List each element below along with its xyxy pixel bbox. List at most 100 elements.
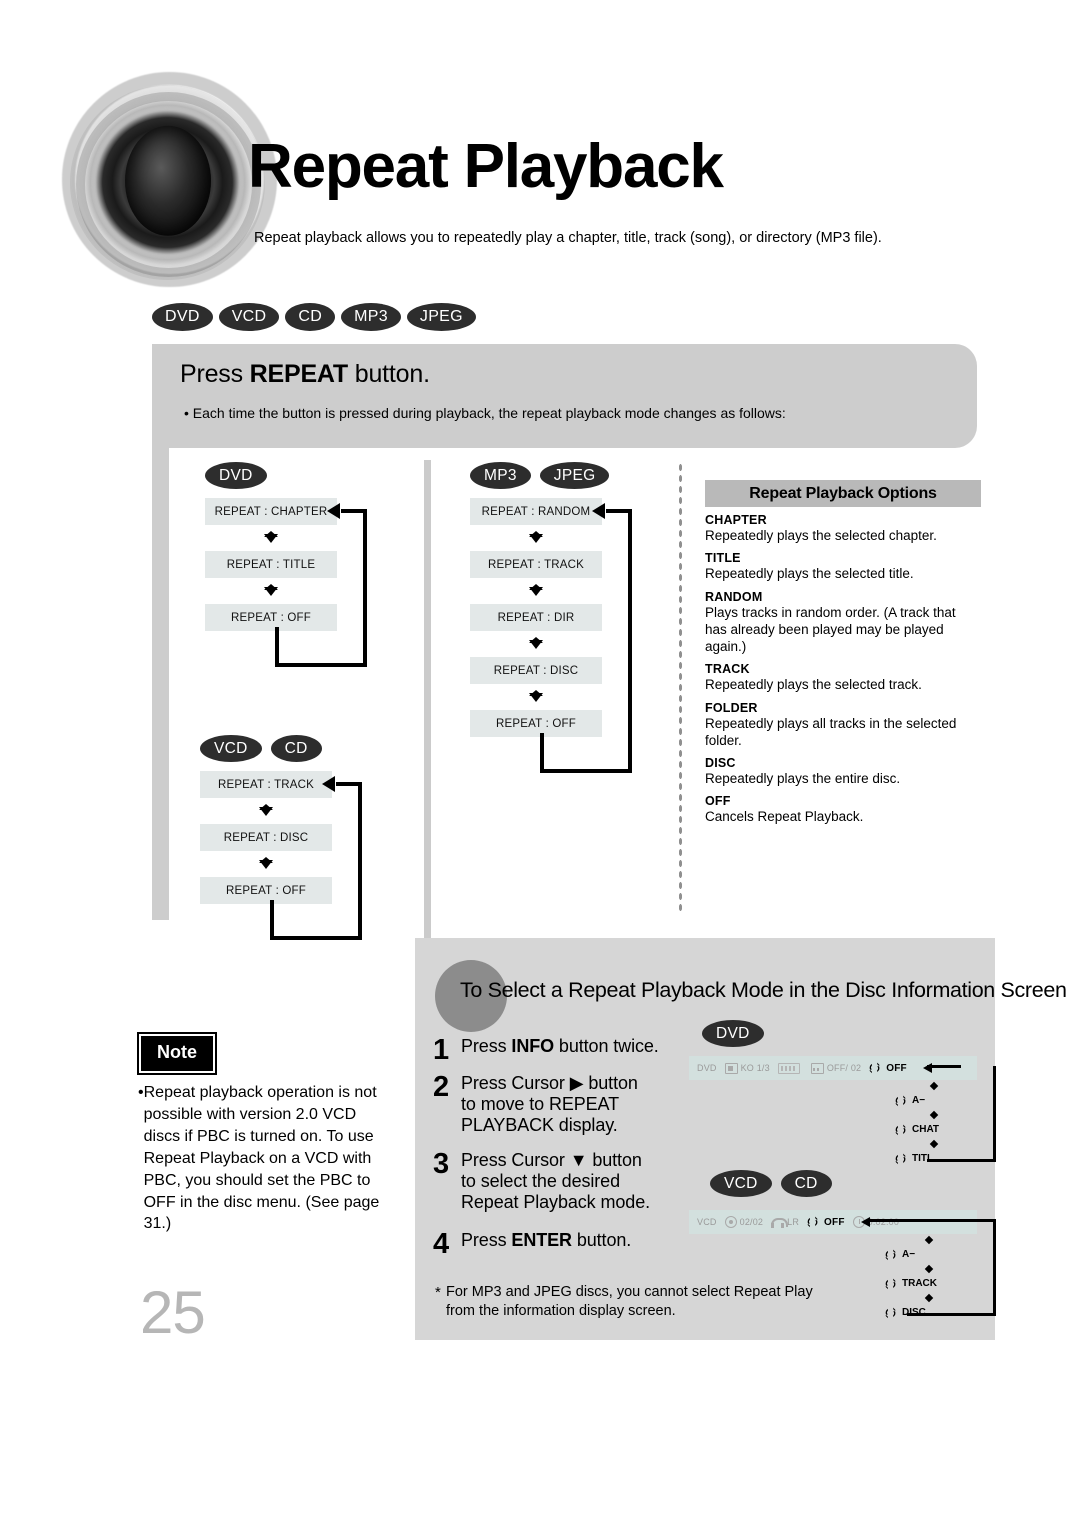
osd-repeat-mode-label: CHAT bbox=[912, 1124, 940, 1135]
option-entry: TRACK Repeatedly plays the selected track… bbox=[705, 662, 981, 693]
flow-down-arrow-icon bbox=[205, 525, 337, 551]
osd-item-label: OFF/ 02 bbox=[826, 1063, 862, 1073]
repeat-playback-options-panel: Repeat Playback Options CHAPTER Repeatedl… bbox=[705, 480, 981, 833]
osd-badge-dvd: DVD bbox=[702, 1020, 764, 1047]
flow-step-box: REPEAT : TITLE bbox=[205, 551, 337, 578]
disc-type-badge-list: DVD VCD CD MP3 JPEG bbox=[152, 303, 482, 331]
osd-item: 0:02:00 bbox=[852, 1216, 899, 1228]
column-divider bbox=[424, 460, 431, 938]
flow-step-box: REPEAT : DISC bbox=[470, 657, 602, 684]
page-intro-text: Repeat playback allows you to repeatedly… bbox=[254, 230, 882, 246]
osd-repeat-mode-row: TRACK bbox=[885, 1275, 973, 1292]
repeat-icon bbox=[895, 1124, 909, 1136]
options-panel-title: Repeat Playback Options bbox=[705, 480, 981, 507]
step-4: 4 Press ENTER button. bbox=[433, 1230, 631, 1259]
step-text-line: PLAYBACK display. bbox=[461, 1115, 618, 1136]
flow-step-box: REPEAT : RANDOM bbox=[470, 498, 602, 525]
osd-repeat-mode-label: TRACK bbox=[902, 1278, 937, 1289]
step-text-bold: ENTER bbox=[511, 1230, 572, 1250]
options-list: CHAPTER Repeatedly plays the selected cha… bbox=[705, 513, 981, 826]
osd-dvd-badges: DVD bbox=[702, 1020, 773, 1047]
osd-item: VCD bbox=[697, 1217, 717, 1227]
flow-steps: REPEAT : TRACK REPEAT : DISC REPEAT : OFF bbox=[200, 771, 332, 904]
osd-item-label: VCD bbox=[697, 1217, 717, 1227]
step-text: Press ENTER button. bbox=[461, 1230, 631, 1259]
step-text-bold: INFO bbox=[511, 1036, 555, 1056]
disc-icon bbox=[724, 1216, 737, 1228]
option-entry: FOLDER Repeatedly plays all tracks in the… bbox=[705, 701, 981, 750]
step-number: 3 bbox=[433, 1148, 450, 1180]
osd-dvd-loop-arrow bbox=[923, 1056, 1015, 1166]
repeat-icon bbox=[895, 1095, 909, 1107]
step-number: 4 bbox=[433, 1228, 450, 1260]
step-text-pre: Press bbox=[461, 1230, 512, 1250]
heading-bold: REPEAT bbox=[249, 360, 349, 388]
step-2: 2 Press Cursor ▶ button to move to REPEAT P… bbox=[433, 1071, 638, 1136]
osd-item bbox=[777, 1062, 803, 1074]
flow-step-box: REPEAT : DIR bbox=[470, 604, 602, 631]
flow-badge-vcd: VCD bbox=[200, 735, 262, 762]
osd-item-label: OFF bbox=[886, 1062, 907, 1074]
osd-dvd-repeat-mode-list: A− CHAT TITL bbox=[895, 1080, 973, 1167]
disc-badge-jpeg: JPEG bbox=[406, 303, 476, 331]
repeat-icon bbox=[869, 1062, 883, 1074]
osd-badge-vcd: VCD bbox=[710, 1170, 772, 1197]
osd-item: 02/02 bbox=[724, 1216, 764, 1228]
osd-item: OFF/ 02 bbox=[810, 1062, 862, 1074]
step-1: 1 Press INFO button twice. bbox=[433, 1036, 659, 1065]
disc-badge-cd: CD bbox=[285, 303, 336, 331]
flow-badge-cd: CD bbox=[270, 735, 322, 762]
flow-step-box: REPEAT : OFF bbox=[470, 710, 602, 737]
disc-info-heading: To Select a Repeat Playback Mode in the … bbox=[460, 978, 1067, 1002]
disc-badge-dvd: DVD bbox=[152, 303, 213, 331]
flow-down-arrow-icon bbox=[470, 578, 602, 604]
heading-post: button. bbox=[348, 360, 430, 388]
step-text: Press INFO button twice. bbox=[461, 1036, 659, 1065]
option-description: Plays tracks in random order. (A track t… bbox=[705, 604, 956, 655]
osd-item-label: OFF bbox=[824, 1216, 845, 1228]
option-description: Repeatedly plays the entire disc. bbox=[705, 771, 901, 787]
step-number: 2 bbox=[433, 1071, 450, 1103]
osd-item: OFF bbox=[807, 1216, 845, 1228]
osd-repeat-mode-label: A− bbox=[902, 1249, 916, 1260]
flow-down-arrow-icon bbox=[200, 798, 332, 824]
step-text-pre: Press bbox=[461, 1036, 512, 1056]
osd-down-arrow-icon bbox=[885, 1292, 973, 1304]
osd-item: DVD bbox=[697, 1063, 717, 1073]
osd-repeat-mode-row: A− bbox=[885, 1246, 973, 1263]
osd-repeat-mode-label: A− bbox=[912, 1095, 926, 1106]
option-term: DISC bbox=[705, 756, 736, 771]
flow-step-box: REPEAT : TRACK bbox=[200, 771, 332, 798]
option-term: CHAPTER bbox=[705, 513, 767, 527]
flow-badge-jpeg: JPEG bbox=[539, 462, 610, 489]
press-repeat-panel: Press REPEAT button. • Each time the but… bbox=[152, 344, 977, 448]
dotted-divider bbox=[678, 462, 683, 914]
osd-item-label: DVD bbox=[697, 1063, 717, 1073]
dolby-digital-icon bbox=[777, 1062, 800, 1074]
osd-down-arrow-icon bbox=[885, 1263, 973, 1275]
option-entry: CHAPTER Repeatedly plays the selected cha… bbox=[705, 513, 981, 544]
press-repeat-bullet: • Each time the button is pressed during… bbox=[184, 405, 786, 421]
flow-badges: VCD CD bbox=[200, 735, 332, 762]
angle-icon bbox=[724, 1062, 738, 1074]
flowchart-vcd-cd: VCD CD REPEAT : TRACK REPEAT : DISC REPEAT :… bbox=[200, 735, 362, 940]
step-text-line: Repeat Playback mode. bbox=[461, 1192, 651, 1213]
footnote-star: * bbox=[435, 1284, 441, 1301]
subtitle-icon bbox=[810, 1062, 824, 1074]
option-entry: DISC Repeatedly plays the entire disc. bbox=[705, 756, 981, 787]
step-3: 3 Press Cursor ▼ button to select the desi… bbox=[433, 1148, 651, 1213]
flow-steps: REPEAT : CHAPTER REPEAT : TITLE REPEAT : O… bbox=[205, 498, 337, 631]
flow-badges: DVD bbox=[205, 462, 337, 489]
osd-item: KO 1/3 bbox=[724, 1062, 770, 1074]
osd-item: LR bbox=[771, 1217, 799, 1228]
flow-down-arrow-icon bbox=[470, 631, 602, 657]
osd-down-arrow-icon bbox=[895, 1109, 973, 1121]
osd-item-label: LR bbox=[787, 1217, 800, 1227]
page-number: 25 bbox=[140, 1279, 206, 1346]
footnote: * For MP3 and JPEG discs, you cannot sel… bbox=[435, 1283, 835, 1321]
osd-repeat-mode-row: A− bbox=[895, 1092, 973, 1109]
option-term: RANDOM bbox=[705, 589, 763, 604]
speaker-graphic-icon bbox=[70, 85, 265, 280]
flow-badge-dvd: DVD bbox=[205, 462, 267, 489]
option-description: Repeatedly plays the selected chapter. bbox=[705, 528, 937, 543]
